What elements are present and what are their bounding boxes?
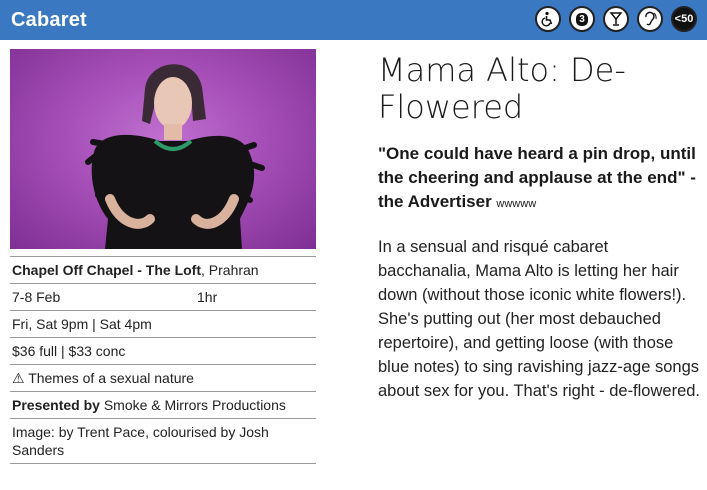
times-row: Fri, Sat 9pm | Sat 4pm: [10, 311, 316, 338]
cocktail-icon: [603, 6, 629, 32]
show-dates: 7-8 Feb: [12, 289, 61, 305]
under-50-label: <50: [674, 13, 694, 25]
wheelchair-icon: [535, 6, 561, 32]
venue-suburb: , Prahran: [201, 262, 259, 278]
show-times: Fri, Sat 9pm | Sat 4pm: [12, 316, 152, 332]
ticket-3-icon: 3: [569, 6, 595, 32]
image-credit: Image: by Trent Pace, colourised by Josh…: [12, 424, 269, 458]
hearing-icon: [637, 6, 663, 32]
review-quote: "One could have heard a pin drop, until …: [378, 142, 700, 216]
show-duration: 1hr: [197, 289, 218, 305]
under-50-icon: <50: [671, 6, 697, 32]
venue-link[interactable]: Chapel Off Chapel - The Loft: [12, 262, 201, 278]
ticket-3-label: 3: [576, 12, 588, 26]
presenter-name: Smoke & Mirrors Productions: [99, 397, 286, 413]
show-title: Mama Alto: De-Flowered: [378, 51, 626, 126]
review-quote-text: "One could have heard a pin drop, until …: [378, 144, 696, 211]
show-description: In a sensual and risqué cabaret bacchana…: [378, 238, 701, 400]
category-header: Cabaret 3 <50: [0, 0, 707, 40]
dates-row: 7-8 Feb 1hr: [10, 284, 316, 311]
presenter-row: Presented by Smoke & Mirrors Productions: [10, 392, 316, 419]
venue-row: Chapel Off Chapel - The Loft, Prahran: [10, 256, 316, 284]
ticket-prices: $36 full | $33 conc: [12, 343, 126, 359]
category-title: Cabaret: [11, 8, 87, 31]
performer-photo: [10, 49, 316, 249]
show-info: Mama Alto: De-Flowered "One could have h…: [378, 52, 700, 403]
content-warning: ⚠ Themes of a sexual nature: [12, 370, 194, 386]
show-details: Chapel Off Chapel - The Loft, Prahran 7-…: [10, 256, 316, 464]
accessibility-icons: 3 <50: [535, 6, 697, 32]
credit-row: Image: by Trent Pace, colourised by Josh…: [10, 419, 316, 464]
review-quote-suffix: wwwww: [496, 198, 537, 210]
warning-row: ⚠ Themes of a sexual nature: [10, 365, 316, 392]
prices-row: $36 full | $33 conc: [10, 338, 316, 365]
presented-label: Presented by: [12, 397, 100, 413]
